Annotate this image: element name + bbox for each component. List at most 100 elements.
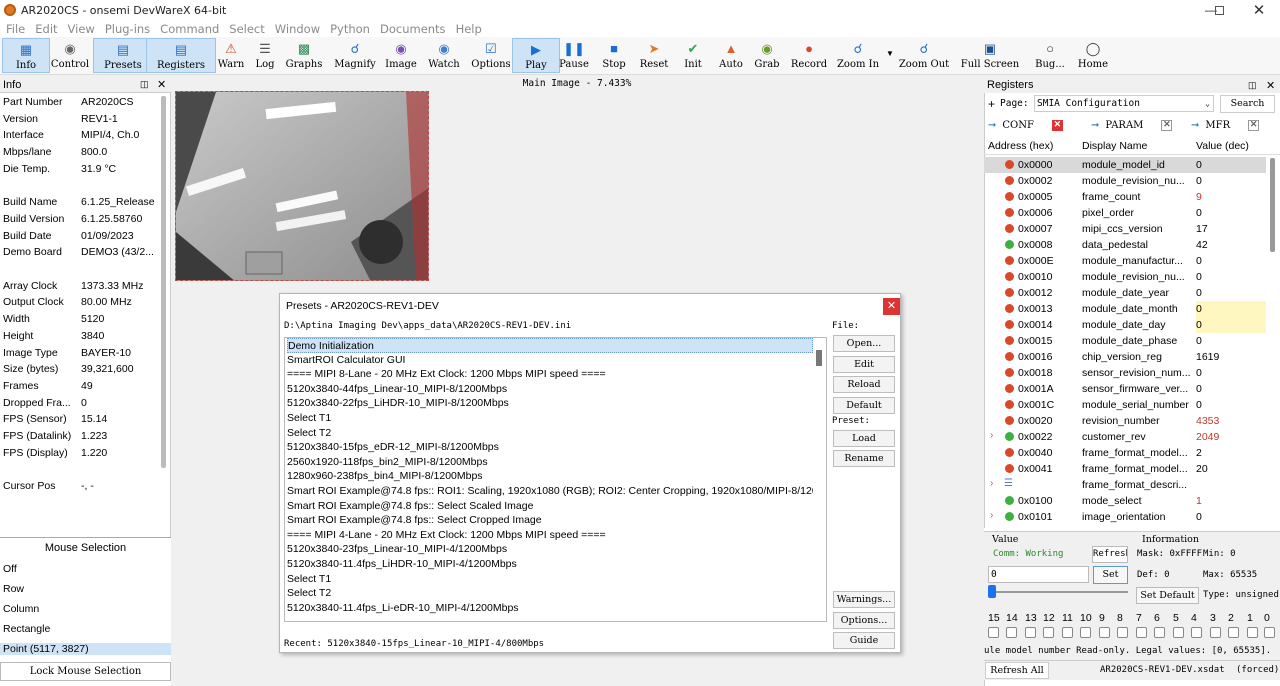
add-icon[interactable]: + [988, 97, 995, 111]
register-value[interactable] [1196, 477, 1266, 493]
register-value[interactable]: 0 [1196, 509, 1266, 525]
reload-button[interactable]: Reload [833, 376, 895, 393]
bit-checkbox[interactable] [1006, 627, 1017, 638]
expand-icon[interactable]: › [990, 430, 993, 441]
preset-item[interactable]: 5120x3840-11.4fps_LiHDR-10_MIPI-4/1200Mb… [287, 557, 813, 572]
register-row[interactable]: 0x0040 frame_format_model... 2 [984, 445, 1266, 461]
menu-documents[interactable]: Documents [380, 22, 446, 36]
register-value[interactable]: 4353 [1196, 413, 1266, 429]
mouse-option[interactable]: Off [3, 563, 17, 575]
options-button[interactable]: ☑ Options [464, 38, 518, 73]
preset-item[interactable]: 5120x3840-15fps_eDR-12_MIPI-8/1200Mbps [287, 440, 813, 455]
expand-icon[interactable]: › [990, 510, 993, 521]
mouse-option[interactable]: Row [3, 583, 24, 595]
bit-checkbox[interactable] [1210, 627, 1221, 638]
bug-button[interactable]: ○ Bug... [1027, 38, 1073, 73]
register-row[interactable]: 0x0014 module_date_day 0 [984, 317, 1266, 333]
init-button[interactable]: ✔ Init [673, 38, 713, 73]
close-tab-icon[interactable]: ✕ [1051, 119, 1063, 131]
tab-mfr[interactable]: ➞ MFR ✕ [1191, 116, 1279, 134]
preset-item[interactable]: 1280x960-238fps_bin4_MIPI-8/1200Mbps [287, 469, 813, 484]
register-row[interactable]: 0x0041 frame_format_model... 20 [984, 461, 1266, 477]
search-button[interactable]: Search [1220, 95, 1275, 113]
float-icon[interactable]: ◫ [1248, 80, 1257, 91]
watch-button[interactable]: ◉ Watch [421, 38, 467, 73]
mouse-option[interactable]: Rectangle [3, 623, 50, 635]
reset-button[interactable]: ➤ Reset [631, 38, 677, 73]
register-value[interactable]: 1619 [1196, 349, 1266, 365]
preset-item[interactable]: Smart ROI Example@74.8 fps:: Select Crop… [287, 513, 813, 528]
warn-button[interactable]: ⚠ Warn [211, 38, 251, 73]
set-button[interactable]: Set [1093, 566, 1128, 584]
register-row[interactable]: 0x0006 pixel_order 0 [984, 205, 1266, 221]
menu-select[interactable]: Select [229, 22, 264, 36]
register-value[interactable]: 42 [1196, 237, 1266, 253]
address-header[interactable]: Address (hex) [988, 140, 1053, 152]
register-row[interactable]: 0x0010 module_revision_nu... 0 [984, 269, 1266, 285]
register-value[interactable]: 0 [1196, 365, 1266, 381]
register-value[interactable]: 0 [1196, 269, 1266, 285]
register-row[interactable]: 0x0005 frame_count 9 [984, 189, 1266, 205]
register-value[interactable]: 0 [1196, 173, 1266, 189]
register-value[interactable]: 9 [1196, 189, 1266, 205]
edit-button[interactable]: Edit [833, 356, 895, 373]
registers-vscroll[interactable] [1270, 158, 1275, 252]
register-row[interactable]: 0x000E module_manufactur... 0 [984, 253, 1266, 269]
preset-item[interactable]: SmartROI Calculator GUI [287, 353, 813, 368]
register-value[interactable]: 2 [1196, 445, 1266, 461]
value-header[interactable]: Value (dec) [1196, 140, 1249, 152]
preset-item[interactable]: 5120x3840-44fps_Linear-10_MIPI-8/1200Mbp… [287, 382, 813, 397]
bit-checkbox[interactable] [1247, 627, 1258, 638]
register-value[interactable]: 20 [1196, 461, 1266, 477]
preset-item[interactable]: Smart ROI Example@74.8 fps:: ROI1: Scali… [287, 484, 813, 499]
bit-checkbox[interactable] [1173, 627, 1184, 638]
register-row[interactable]: 0x0020 revision_number 4353 [984, 413, 1266, 429]
zoom-out-button[interactable]: ☌ Zoom Out [894, 38, 954, 73]
preset-item[interactable]: 5120x3840-23fps_Linear-10_MIPI-4/1200Mbp… [287, 542, 813, 557]
register-value[interactable]: 0 [1196, 301, 1266, 317]
record-button[interactable]: ● Record [784, 38, 834, 73]
register-value[interactable]: 0 [1196, 157, 1266, 173]
info-scrollbar[interactable] [161, 96, 166, 468]
options-button[interactable]: Options... [833, 612, 895, 629]
register-row[interactable]: 0x001A sensor_firmware_ver... 0 [984, 381, 1266, 397]
home-button[interactable]: ◯ Home [1074, 38, 1112, 73]
float-icon[interactable]: ◫ [140, 79, 149, 90]
refresh-button[interactable]: Refresh [1092, 546, 1128, 563]
bit-checkbox[interactable] [1043, 627, 1054, 638]
menu-file[interactable]: File [6, 22, 25, 36]
register-row[interactable]: 0x0007 mipi_ccs_version 17 [984, 221, 1266, 237]
value-input[interactable]: 0 [988, 566, 1089, 583]
menu-view[interactable]: View [68, 22, 95, 36]
bit-checkbox[interactable] [1191, 627, 1202, 638]
register-value[interactable]: 0 [1196, 397, 1266, 413]
page-select[interactable]: SMIA Configuration ⌄ [1034, 95, 1214, 112]
value-slider-track[interactable] [988, 591, 1128, 593]
preset-item[interactable]: Smart ROI Example@74.8 fps:: Select Scal… [287, 499, 813, 514]
preset-item[interactable]: ==== MIPI 8-Lane - 20 MHz Ext Clock: 120… [287, 367, 813, 382]
register-row[interactable]: 0x0008 data_pedestal 42 [984, 237, 1266, 253]
preset-item[interactable]: Select T2 [287, 586, 813, 601]
menu-python[interactable]: Python [330, 22, 370, 36]
preset-item[interactable]: Select T2 [287, 426, 813, 441]
close-panel-icon[interactable]: ✕ [1266, 79, 1275, 92]
bit-checkbox[interactable] [1099, 627, 1110, 638]
bit-checkbox[interactable] [988, 627, 999, 638]
mouse-option[interactable]: Point (5117, 3827) [0, 643, 171, 655]
preset-item[interactable]: Demo Initialization [287, 338, 813, 353]
display-name-header[interactable]: Display Name [1082, 140, 1147, 152]
tab-param[interactable]: ➞ PARAM ✕ [1091, 116, 1179, 134]
register-value[interactable]: 1 [1196, 493, 1266, 509]
register-value[interactable]: 0 [1196, 317, 1266, 333]
close-window-icon[interactable]: ✕ [1240, 0, 1278, 20]
register-value[interactable]: 0 [1196, 381, 1266, 397]
presets-button[interactable]: ▤ Presets [93, 38, 153, 73]
zoom-dropdown-icon[interactable]: ▼ [886, 49, 894, 58]
load-button[interactable]: Load [833, 430, 895, 447]
register-row[interactable]: 0x0015 module_date_phase 0 [984, 333, 1266, 349]
register-value[interactable]: 0 [1196, 205, 1266, 221]
close-presets-icon[interactable]: ✕ [883, 298, 900, 315]
pause-button[interactable]: ❚❚ Pause [552, 38, 596, 73]
register-row[interactable]: › 0x0022 customer_rev 2049 [984, 429, 1266, 445]
register-row[interactable]: 0x001C module_serial_number 0 [984, 397, 1266, 413]
